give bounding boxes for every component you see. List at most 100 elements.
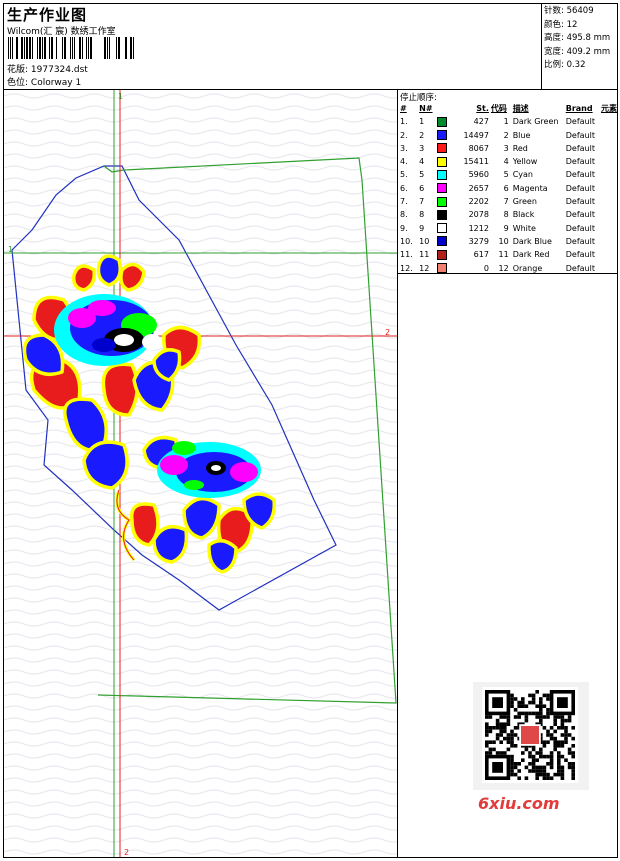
color-swatch-icon [437, 209, 448, 220]
needle-number: 10 [419, 236, 430, 246]
needle-number: 4 [419, 157, 425, 167]
color-code: 7 [503, 197, 509, 207]
element-cell [601, 262, 617, 275]
column-header: N# [419, 104, 433, 113]
color-description: Yellow [512, 157, 538, 167]
design-canvas[interactable]: 1 1 2 2 [4, 90, 398, 857]
guide-label: 1 [118, 92, 123, 101]
color-description: Dark Green [512, 117, 559, 127]
color-swatch [433, 129, 456, 142]
color-swatch-icon [437, 116, 448, 127]
color-description: Orange [512, 263, 543, 273]
design-height: 高度: 495.8 mm [544, 33, 611, 43]
stitch-count-cell: 0 [483, 263, 489, 273]
thread-brand: Default [565, 183, 595, 193]
stitch-count-cell: 427 [473, 117, 489, 127]
table-row: 5. 5 5960 5 Cyan Default [398, 168, 617, 181]
color-code: 4 [503, 157, 509, 167]
element-cell [601, 248, 617, 261]
column-header: Brand [565, 104, 593, 113]
color-code: 2 [503, 130, 509, 140]
color-code: 3 [503, 143, 509, 153]
barcode-icon [8, 37, 134, 59]
design-label: 花版: [7, 65, 29, 75]
color-code: 8 [503, 210, 509, 220]
table-row: 6. 6 2657 6 Magenta Default [398, 182, 617, 195]
color-code: 6 [503, 183, 509, 193]
element-cell [601, 115, 617, 128]
row-index: 8. [400, 210, 408, 220]
color-swatch-icon [437, 143, 448, 154]
table-row: 7. 7 2202 7 Green Default [398, 195, 617, 208]
color-description: Cyan [512, 170, 533, 180]
stitch-count-cell: 2202 [468, 197, 489, 207]
colorway-line: 色位: Colorway 1 [7, 75, 81, 88]
needle-number: 11 [419, 250, 430, 260]
page-title: 生产作业图 [7, 6, 88, 24]
color-code: 12 [498, 263, 509, 273]
element-cell [601, 182, 617, 195]
table-row: 9. 9 1212 9 White Default [398, 222, 617, 235]
row-index: 12. [400, 263, 413, 273]
color-swatch [433, 168, 456, 181]
stitch-count-cell: 617 [473, 250, 489, 260]
thread-brand: Default [565, 197, 595, 207]
needle-number: 2 [419, 130, 425, 140]
column-header: 描述 [512, 104, 529, 113]
color-swatch [433, 208, 456, 221]
guide-label: 1 [8, 245, 13, 254]
color-swatch [433, 182, 456, 195]
needle-number: 8 [419, 210, 425, 220]
stitch-count-cell: 5960 [468, 170, 489, 180]
company-name: Wilcom(汇 宸) 数绣工作室 [7, 27, 116, 37]
element-cell [601, 195, 617, 208]
row-index: 10. [400, 236, 413, 246]
color-code: 9 [503, 223, 509, 233]
color-description: Magenta [512, 183, 548, 193]
needle-number: 5 [419, 170, 425, 180]
color-swatch [433, 115, 456, 128]
table-row: 1. 1 427 1 Dark Green Default [398, 115, 617, 128]
color-swatch-icon [437, 223, 448, 234]
thread-brand: Default [565, 143, 595, 153]
color-swatch-icon [437, 183, 448, 194]
needle-number: 12 [419, 263, 430, 273]
color-swatch-icon [437, 263, 448, 274]
needle-number: 1 [419, 117, 425, 127]
color-swatch-icon [437, 130, 448, 141]
color-swatch [433, 262, 456, 275]
needle-number: 3 [419, 143, 425, 153]
color-swatch-icon [437, 236, 448, 247]
row-index: 1. [400, 117, 408, 127]
thread-table-header: # N# St. 代码 描述 Brand 元素 [398, 102, 617, 115]
element-cell [601, 235, 617, 248]
column-header: 元素 [601, 104, 617, 113]
thread-table: # N# St. 代码 描述 Brand 元素 1. 1 427 1 Dark Gree… [398, 102, 617, 275]
column-header: # [400, 104, 407, 113]
element-cell [601, 129, 617, 142]
color-swatch-icon [437, 169, 448, 180]
color-swatch-icon [437, 156, 448, 167]
design-file-name: 1977324.dst [30, 65, 88, 75]
needle-number: 9 [419, 223, 425, 233]
needle-number: 6 [419, 183, 425, 193]
table-row: 10. 10 3279 10 Dark Blue Default [398, 235, 617, 248]
header-block: 生产作业图 Wilcom(汇 宸) 数绣工作室 花版: 1977324.dst … [4, 4, 542, 90]
row-index: 6. [400, 183, 408, 193]
stitch-count-cell: 15411 [463, 157, 489, 167]
thread-brand: Default [565, 236, 595, 246]
table-row: 3. 3 8067 3 Red Default [398, 142, 617, 155]
row-index: 4. [400, 157, 408, 167]
stop-sequence-panel: 停止顺序: # N# St. 代码 描述 Brand 元素 1. 1 427 1 Dar… [398, 90, 617, 274]
thread-brand: Default [565, 170, 595, 180]
design-file-line: 花版: 1977324.dst [7, 62, 88, 75]
table-row: 2. 2 14497 2 Blue Default [398, 129, 617, 142]
column-header: St. [476, 104, 489, 113]
row-index: 7. [400, 197, 408, 207]
color-code: 1 [503, 117, 509, 127]
stitch-count-cell: 8067 [468, 143, 489, 153]
needle-number: 7 [419, 197, 425, 207]
stitch-count-cell: 14497 [463, 130, 489, 140]
guide-label: 2 [124, 848, 129, 857]
stitch-count: 针数: 56409 [544, 6, 594, 16]
